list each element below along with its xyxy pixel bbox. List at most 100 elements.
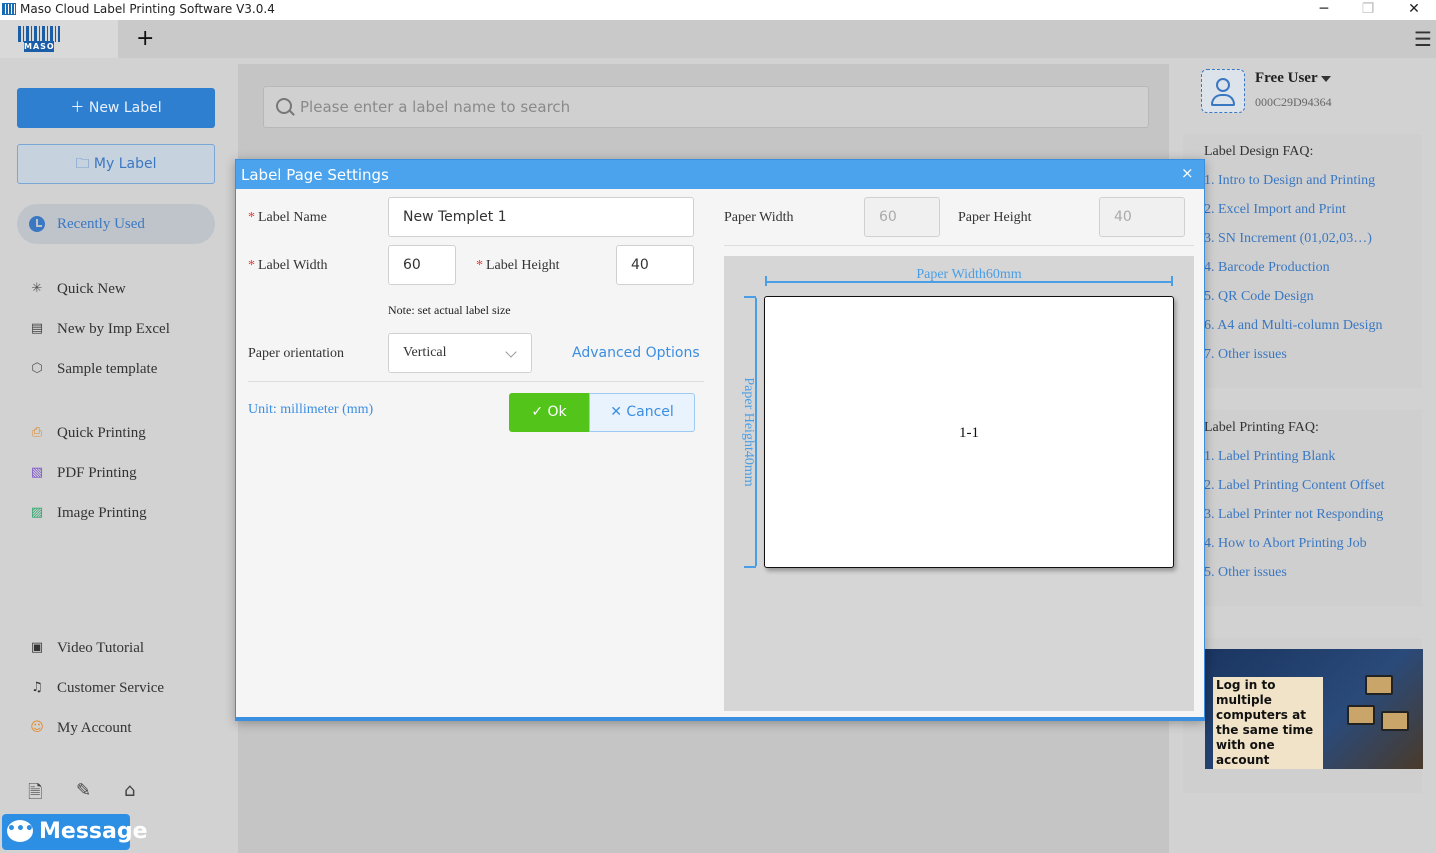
pdf-icon: ▧ — [30, 465, 44, 480]
excel-icon: ▤ — [30, 321, 44, 336]
close-button[interactable]: ✕ — [1394, 0, 1434, 20]
paper-preview: 1-1 — [764, 296, 1174, 568]
message-label: Message — [39, 819, 148, 844]
edit-icon[interactable]: ✎ — [76, 780, 91, 801]
size-note: Note: set actual label size — [388, 303, 511, 317]
paper-width-input: 60 — [864, 197, 940, 237]
orientation-label: Paper orientation — [248, 346, 345, 361]
printing-faq-heading: Label Printing FAQ: — [1204, 420, 1319, 435]
cancel-label: Cancel — [626, 404, 674, 420]
label-height-input[interactable]: 40 — [616, 245, 694, 285]
home-tab[interactable]: MASO — [0, 20, 118, 58]
add-tab-button[interactable]: + — [136, 26, 154, 51]
faq-link[interactable]: 4. How to Abort Printing Job — [1204, 536, 1367, 552]
home-icon[interactable]: ⌂ — [124, 780, 135, 801]
label-width-input[interactable]: 60 — [388, 245, 456, 285]
new-label-text: New Label — [88, 100, 162, 116]
faq-link[interactable]: 1. Intro to Design and Printing — [1204, 173, 1375, 189]
faq-link[interactable]: 2. Label Printing Content Offset — [1204, 478, 1385, 494]
x-icon: ✕ — [610, 404, 627, 420]
form-divider — [248, 381, 704, 382]
sparkle-icon: ✳ — [31, 281, 43, 296]
design-faq-heading: Label Design FAQ: — [1204, 144, 1314, 159]
printing-faq-panel: Label Printing FAQ: 1. Label Printing Bl… — [1183, 410, 1422, 606]
design-faq-panel: Label Design FAQ: 1. Intro to Design and… — [1183, 134, 1422, 388]
folder-icon: 🗀 — [75, 156, 94, 172]
sidebar: ＋ New Label 🗀 My Label Recently Used ✳ Q… — [0, 58, 235, 853]
tab-strip: MASO + ☰ — [0, 20, 1436, 58]
app-icon — [2, 3, 16, 15]
window-title: Maso Cloud Label Printing Software V3.0.… — [20, 2, 275, 16]
faq-link[interactable]: 3. SN Increment (01,02,03…) — [1204, 231, 1372, 247]
document-icon[interactable]: 🗎 — [28, 780, 42, 810]
maximize-button[interactable]: ❐ — [1348, 0, 1388, 20]
user-id: 000C29D94364 — [1255, 95, 1332, 109]
sidebar-item-label: Quick New — [57, 281, 126, 297]
logo-text: MASO — [24, 41, 55, 52]
label-page-settings-dialog: Label Page Settings × * Label Name New Te… — [235, 159, 1205, 721]
sidebar-item-label: PDF Printing — [57, 465, 137, 481]
paper-height-label: Paper Height — [958, 210, 1032, 225]
maso-logo: MASO — [18, 26, 60, 52]
avatar[interactable] — [1201, 69, 1245, 113]
user-name-dropdown[interactable]: Free User — [1255, 70, 1331, 87]
ok-label: Ok — [547, 404, 567, 420]
clock-icon — [29, 216, 45, 232]
computer-icon — [1381, 711, 1409, 731]
message-button[interactable]: ••• Message — [2, 814, 148, 850]
promo-banner[interactable]: Log in to multiple computers at the same… — [1205, 649, 1423, 769]
right-panel: Free User 000C29D94364 Label Design FAQ:… — [1180, 58, 1436, 853]
paper-width-label: Paper Width — [724, 210, 794, 225]
faq-link[interactable]: 5. QR Code Design — [1204, 289, 1314, 305]
label-width-label: * Label Width — [248, 258, 328, 273]
sidebar-item-label: Video Tutorial — [57, 640, 145, 656]
sidebar-item-label: Quick Printing — [57, 425, 146, 441]
sidebar-item-label: Customer Service — [57, 680, 165, 696]
computer-icon — [1347, 705, 1375, 725]
faq-link[interactable]: 5. Other issues — [1204, 565, 1287, 581]
cancel-button[interactable]: ✕ Cancel — [589, 393, 695, 432]
dialog-header: Label Page Settings × — [236, 160, 1204, 189]
sidebar-item-label: Image Printing — [57, 505, 147, 521]
sidebar-item-label: My Account — [57, 720, 132, 736]
label-cell-id: 1-1 — [959, 425, 979, 441]
dialog-title: Label Page Settings — [241, 166, 389, 184]
hamburger-menu-icon[interactable]: ☰ — [1414, 27, 1432, 51]
user-head-icon — [1216, 78, 1230, 92]
faq-link[interactable]: 7. Other issues — [1204, 347, 1287, 363]
height-dimension-label: Paper Height40mm — [741, 377, 756, 487]
my-label-button[interactable]: 🗀 My Label — [17, 144, 215, 184]
box-icon: ⬡ — [31, 361, 43, 376]
my-label-text: My Label — [93, 156, 157, 172]
title-bar: Maso Cloud Label Printing Software V3.0.… — [0, 0, 1436, 20]
orientation-select[interactable]: Vertical — [388, 333, 532, 373]
caret-down-icon — [1320, 75, 1331, 82]
chevron-down-icon — [505, 346, 517, 358]
dialog-close-icon[interactable]: × — [1181, 164, 1194, 182]
advanced-options-link[interactable]: Advanced Options — [572, 345, 700, 361]
user-body-icon — [1211, 94, 1235, 106]
dialog-footer-bar — [236, 717, 1204, 721]
sidebar-item-recently-used[interactable]: Recently Used — [17, 204, 215, 244]
search-bar[interactable] — [263, 86, 1149, 128]
video-icon: ▣ — [30, 640, 44, 655]
label-height-label: * Label Height — [476, 258, 560, 273]
search-input[interactable] — [300, 95, 1120, 119]
barcode-logo-icon — [18, 26, 60, 42]
faq-link[interactable]: 3. Label Printer not Responding — [1204, 507, 1383, 523]
sidebar-item-label: Sample template — [57, 361, 158, 377]
width-dimension-label: Paper Width60mm — [916, 267, 1022, 282]
faq-link[interactable]: 2. Excel Import and Print — [1204, 202, 1346, 218]
printer-icon: ⎙ — [31, 425, 43, 440]
new-label-button[interactable]: ＋ New Label — [17, 88, 215, 128]
chat-bubble-icon: ••• — [7, 820, 34, 842]
faq-link[interactable]: 6. A4 and Multi-column Design — [1204, 318, 1383, 334]
ok-button[interactable]: ✓ Ok — [509, 393, 589, 432]
minimize-button[interactable]: ─ — [1304, 0, 1344, 20]
label-name-input[interactable]: New Templet 1 — [388, 197, 694, 237]
faq-link[interactable]: 1. Label Printing Blank — [1204, 449, 1335, 465]
faq-link[interactable]: 4. Barcode Production — [1204, 260, 1330, 276]
orientation-value: Vertical — [403, 345, 447, 360]
label-name-label: * Label Name — [248, 210, 327, 225]
unit-label: Unit: millimeter (mm) — [248, 402, 374, 417]
